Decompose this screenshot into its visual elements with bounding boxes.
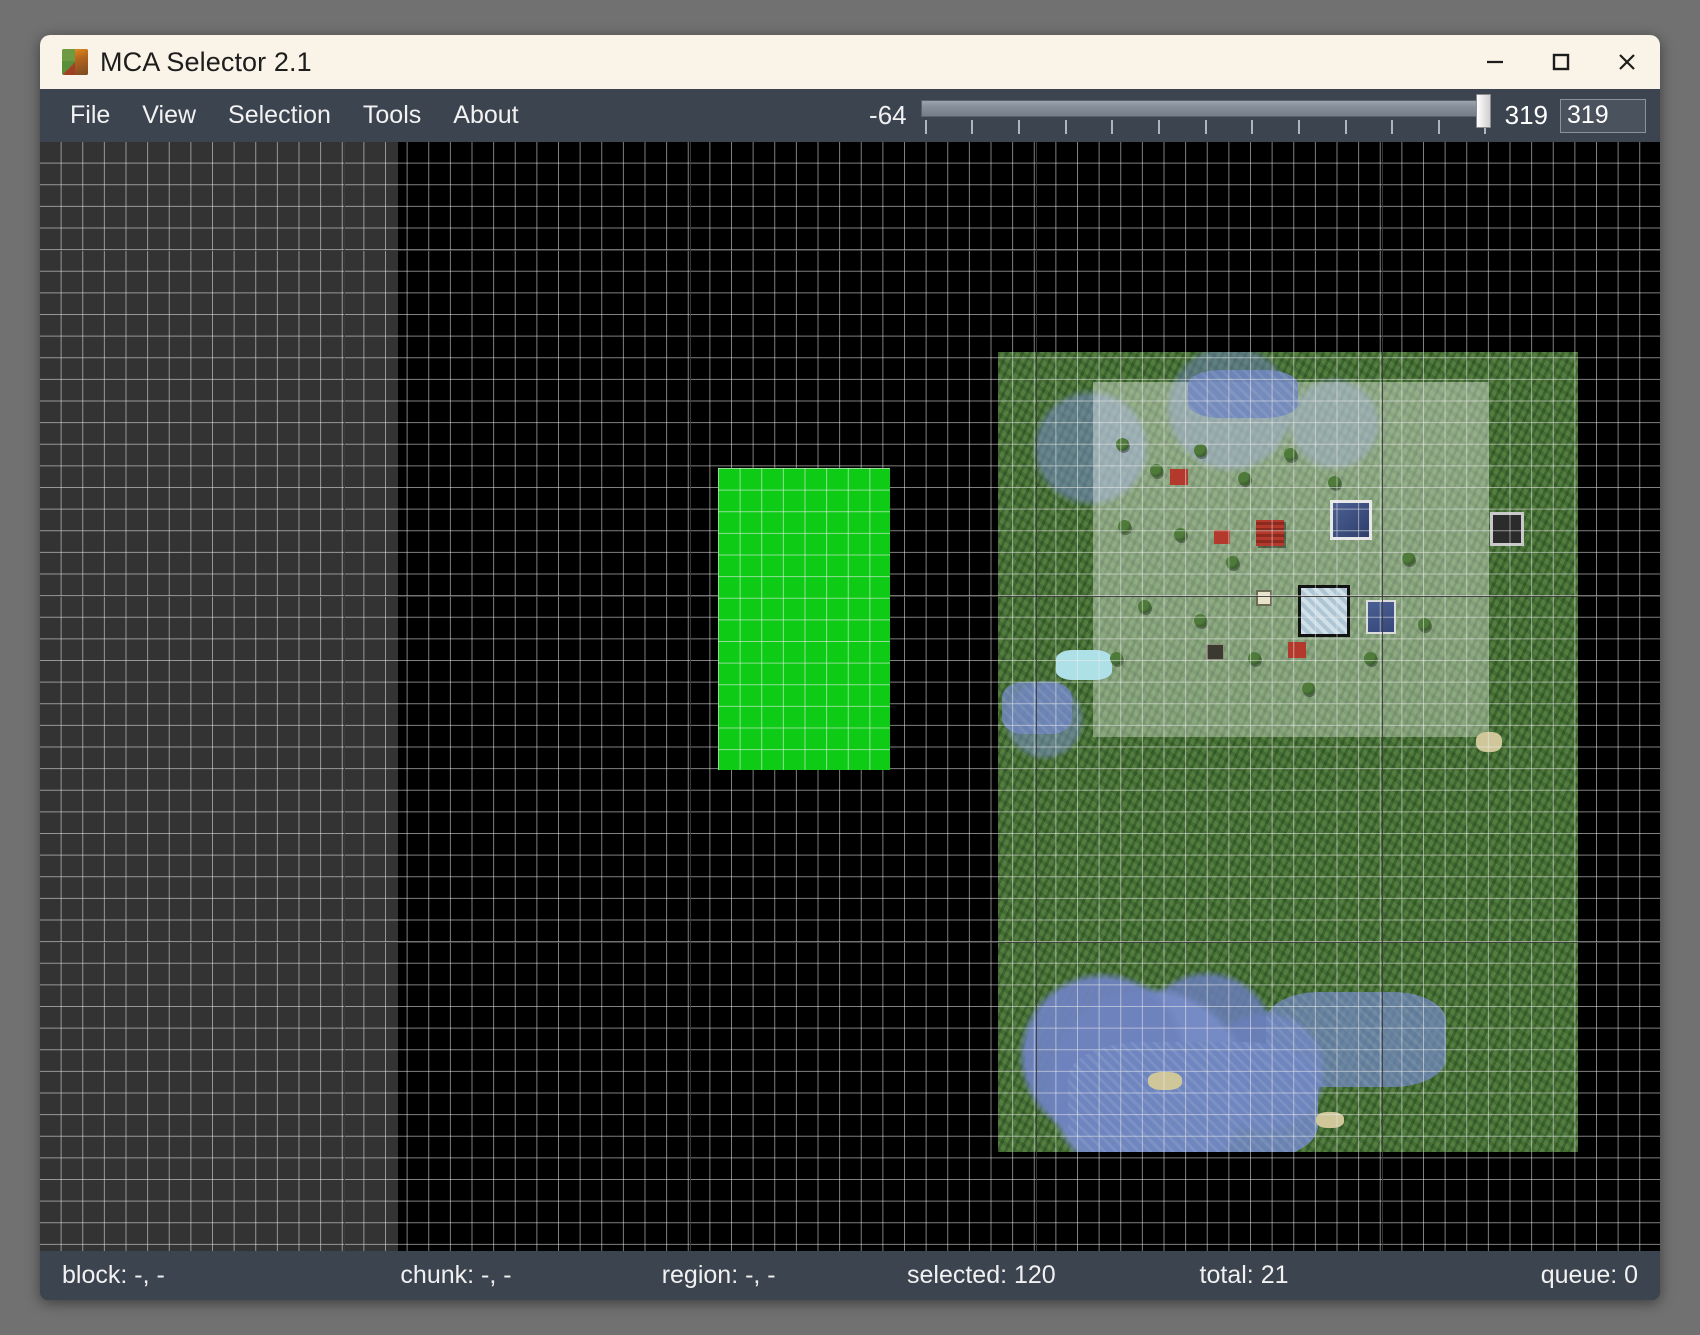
status-bar: block: -, - chunk: -, - region: -, - sel… — [40, 1251, 1660, 1300]
tree — [1118, 520, 1131, 533]
close-icon — [1619, 54, 1635, 70]
maximize-icon — [1552, 53, 1570, 71]
tree — [1248, 652, 1261, 665]
sand-patch-a — [1148, 1072, 1182, 1090]
slider-tick — [1344, 119, 1347, 134]
tree — [1174, 528, 1187, 541]
tree — [1226, 556, 1239, 569]
status-queue: queue: 0 — [1540, 1261, 1639, 1289]
slider-tick-marks — [921, 119, 1491, 136]
slider-tick — [1391, 119, 1394, 134]
depth-slider-group: -64 319 — [869, 89, 1660, 142]
slider-tick — [924, 119, 927, 134]
chunk-selection-rectangle[interactable] — [718, 468, 890, 770]
slider-max-label: 319 — [1504, 100, 1548, 130]
tree — [1194, 614, 1207, 627]
window-title: MCA Selector 2.1 — [100, 46, 312, 77]
status-selected: selected: 120 — [906, 1261, 1056, 1289]
minecraft-blocks-icon — [62, 49, 88, 75]
structure-red-building — [1256, 520, 1284, 546]
application-window: MCA Selector 2.1 File View Selection Too… — [40, 35, 1660, 1300]
structure-edge-frame — [1490, 512, 1524, 546]
depth-value-input[interactable] — [1560, 98, 1646, 133]
tree — [1194, 444, 1207, 457]
menu-item-view[interactable]: View — [126, 101, 212, 130]
tree — [1328, 476, 1341, 489]
tree — [1138, 600, 1151, 613]
water-lake-pond — [1056, 650, 1112, 680]
water-lake-southeast — [1266, 992, 1446, 1087]
minimize-icon — [1487, 60, 1503, 64]
tree — [1302, 682, 1315, 695]
depth-slider[interactable] — [920, 93, 1491, 139]
slider-tick — [1297, 119, 1300, 134]
slider-track[interactable] — [920, 99, 1491, 117]
tree — [1238, 472, 1251, 485]
unloaded-region-panel — [40, 142, 398, 1251]
status-block: block: -, - — [62, 1261, 165, 1289]
menu-bar: File View Selection Tools About -64 319 — [40, 89, 1660, 142]
slider-tick — [1111, 119, 1114, 134]
status-region: region: -, - — [661, 1261, 776, 1289]
settlement-plateau — [1093, 382, 1488, 737]
tree — [1418, 618, 1431, 631]
slider-tick — [1251, 119, 1254, 134]
tree — [1402, 552, 1415, 565]
sand-patch-b — [1316, 1112, 1344, 1128]
slider-min-label: -64 — [869, 100, 907, 130]
maximize-button[interactable] — [1528, 35, 1594, 89]
rendered-world-region — [998, 352, 1578, 1152]
structure-red-roof-c — [1288, 642, 1306, 658]
menu-item-selection[interactable]: Selection — [212, 101, 347, 130]
sand-patch-c — [1476, 732, 1502, 752]
slider-tick — [1064, 119, 1067, 134]
menu-item-tools[interactable]: Tools — [347, 101, 437, 130]
tree — [1116, 438, 1129, 451]
slider-tick — [1437, 119, 1440, 134]
slider-tick — [1017, 119, 1020, 134]
water-river-west — [1002, 682, 1072, 734]
water-lake-north — [1188, 370, 1298, 418]
close-button[interactable] — [1594, 35, 1660, 89]
map-canvas[interactable] — [40, 142, 1660, 1251]
structure-dark-block — [1206, 644, 1224, 660]
slider-thumb[interactable] — [1475, 93, 1491, 128]
minimize-button[interactable] — [1462, 35, 1528, 89]
structure-blue-annex — [1366, 600, 1396, 634]
structure-red-roof-b — [1214, 530, 1230, 544]
structure-small-white — [1256, 590, 1272, 606]
menu-item-about[interactable]: About — [437, 101, 534, 130]
slider-tick — [1204, 119, 1207, 134]
structure-light-hall — [1298, 585, 1350, 637]
structure-blue-tower — [1330, 500, 1372, 540]
menu-item-file[interactable]: File — [54, 101, 126, 130]
tree — [1110, 652, 1123, 665]
tree — [1364, 652, 1377, 665]
status-total: total: 21 — [1199, 1261, 1289, 1289]
slider-tick — [971, 119, 974, 134]
structure-red-roof-a — [1170, 469, 1188, 485]
tree — [1284, 448, 1297, 461]
status-chunk: chunk: -, - — [400, 1261, 512, 1289]
slider-tick — [1157, 119, 1160, 134]
title-bar: MCA Selector 2.1 — [40, 35, 1660, 89]
window-controls — [1462, 35, 1660, 89]
tree — [1150, 464, 1163, 477]
